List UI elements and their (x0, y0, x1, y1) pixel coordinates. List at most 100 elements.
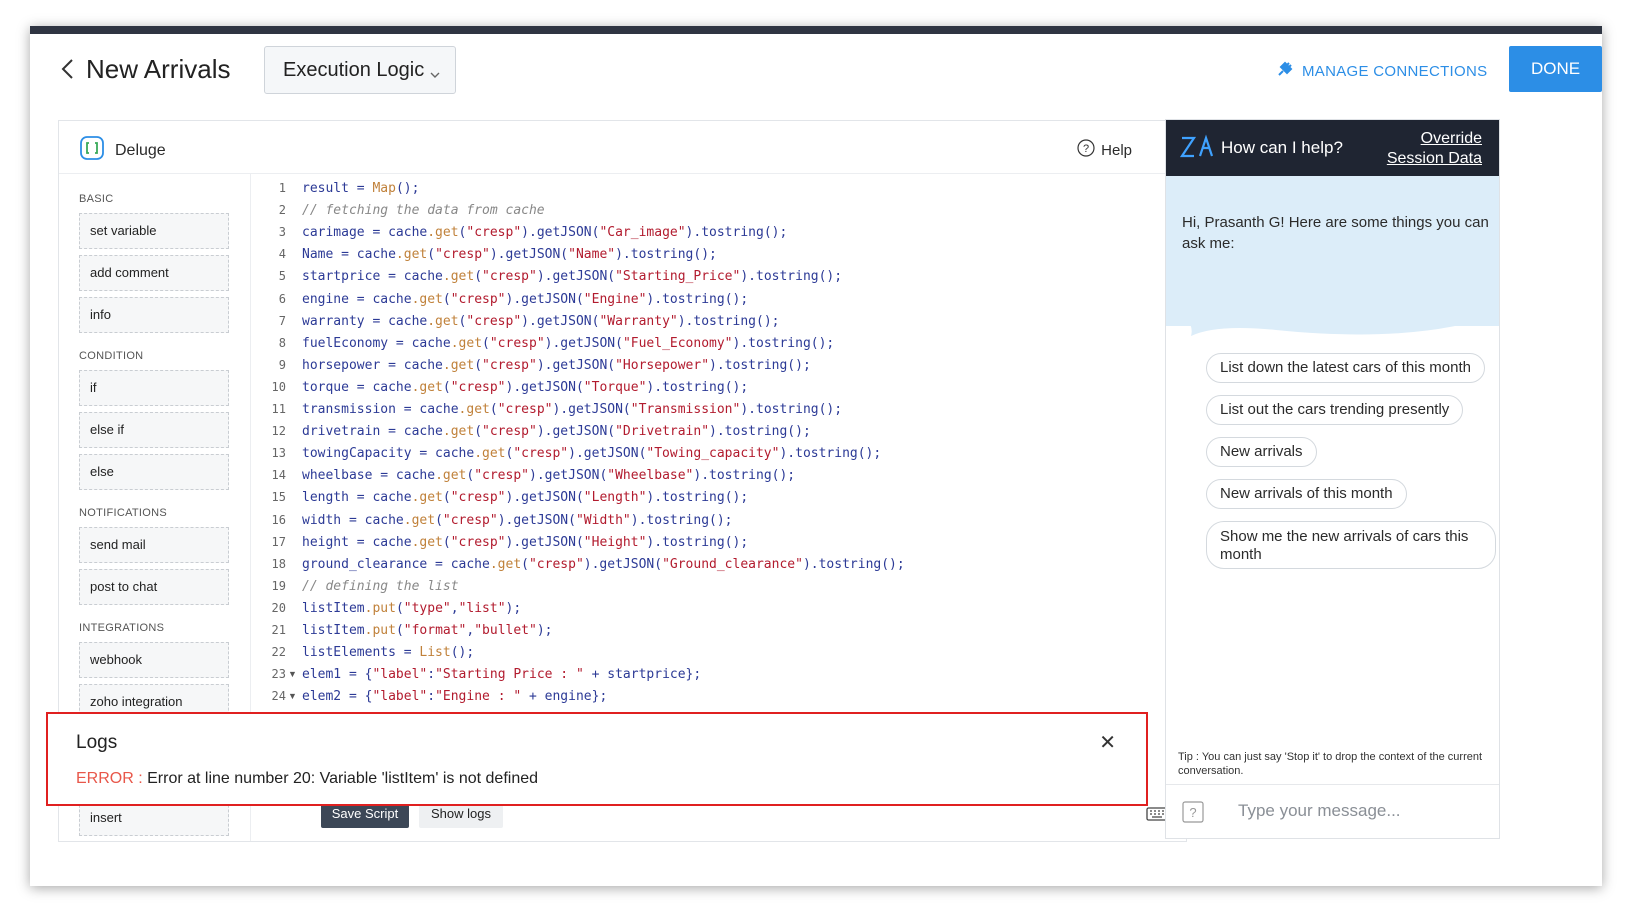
fold-arrow-icon[interactable]: ▼ (288, 669, 297, 679)
chevron-down-icon (429, 63, 441, 86)
page-title: New Arrivals (86, 54, 231, 84)
error-text: Error at line number 20: Variable 'listI… (147, 770, 539, 787)
message-input-placeholder: Type your message... (1238, 801, 1401, 820)
session-data-label: Session Data (1386, 150, 1482, 167)
task-if[interactable]: if (79, 370, 229, 406)
code-line: // fetching the data from cache (302, 203, 545, 219)
manage-connections-link[interactable]: MANAGE CONNECTIONS (1276, 60, 1487, 82)
line-number: 11 (271, 402, 286, 416)
line-number: 1 (278, 181, 286, 195)
suggestion-chip[interactable]: List out the cars trending presently (1206, 395, 1464, 425)
dropdown-value: Execution Logic (283, 58, 425, 81)
assistant-header: How can I help? Override Session Data (1166, 120, 1499, 176)
section-title-condition: CONDITION (79, 350, 144, 362)
task-webhook[interactable]: webhook (79, 642, 229, 678)
line-number: 15 (271, 490, 286, 505)
code-line: horsepower = cache.get("cresp").getJSON(… (302, 357, 811, 373)
line-number: 24 (271, 689, 286, 704)
line-number: 5 (278, 269, 286, 284)
code-line: result = Map(); (302, 181, 420, 196)
plug-icon (1276, 60, 1294, 82)
code-line: listItem.put("format","bullet"); (302, 623, 553, 638)
code-line: width = cache.get("cresp").getJSON("Widt… (302, 512, 733, 528)
override-session-link[interactable]: Override Session Data (1387, 129, 1482, 169)
question-box-icon[interactable]: ? (1182, 801, 1204, 828)
suggestion-chip[interactable]: New arrivals of this month (1206, 479, 1407, 509)
code-line: startprice = cache.get("cresp").getJSON(… (302, 269, 843, 285)
code-area[interactable]: result = Map(); // fetching the data from… (302, 173, 1182, 793)
code-line: ground_clearance = cache.get("cresp").ge… (302, 556, 905, 572)
line-number: 23 (271, 667, 286, 682)
language-label: Deluge (115, 141, 166, 159)
line-number: 9 (278, 357, 286, 372)
help-link[interactable]: ? Help (1077, 139, 1132, 161)
message-input-bar[interactable]: ? Type your message... (1166, 784, 1499, 839)
svg-text:?: ? (1189, 805, 1196, 820)
logs-panel: Logs ✕ ERROR : Error at line number 20: … (46, 712, 1148, 806)
suggestion-chip[interactable]: New arrivals (1206, 437, 1317, 467)
line-number: 16 (271, 512, 286, 527)
task-else-if[interactable]: else if (79, 412, 229, 448)
svg-text:?: ? (1083, 143, 1089, 155)
tip-text: Tip : You can just say 'Stop it' to drop… (1178, 751, 1483, 777)
bubble-tail-shape (1166, 284, 1499, 336)
line-number: 22 (271, 645, 286, 660)
line-number: 3 (278, 225, 286, 240)
suggestion-chip[interactable]: Show me the new arrivals of cars this mo… (1206, 521, 1496, 569)
section-title-integrations: INTEGRATIONS (79, 622, 165, 634)
code-line: transmission = cache.get("cresp").getJSO… (302, 402, 843, 417)
code-line: engine = cache.get("cresp").getJSON("Eng… (302, 291, 749, 307)
line-number: 19 (271, 578, 286, 593)
task-set-variable[interactable]: set variable (79, 213, 229, 249)
line-number: 10 (271, 379, 286, 394)
error-message: ERROR : Error at line number 20: Variabl… (76, 770, 538, 788)
task-add-comment[interactable]: add comment (79, 255, 229, 291)
code-line: towingCapacity = cache.get("cresp").getJ… (302, 446, 882, 462)
code-line: listElements = List(); (302, 645, 475, 661)
line-number: 6 (278, 291, 286, 306)
code-line: // defining the list (302, 578, 459, 594)
task-send-mail[interactable]: send mail (79, 527, 229, 563)
line-number: 12 (271, 424, 286, 439)
code-line: carimage = cache.get("cresp").getJSON("C… (302, 225, 788, 241)
zia-logo-icon (1179, 134, 1214, 165)
line-number: 8 (278, 335, 286, 350)
code-line: fuelEconomy = cache.get("cresp").getJSON… (302, 335, 835, 351)
section-title-notifications: NOTIFICATIONS (79, 507, 168, 519)
editor-header: Deluge ? Help (59, 121, 1196, 174)
line-number: 7 (278, 313, 286, 328)
manage-connections-label: MANAGE CONNECTIONS (1302, 62, 1488, 80)
assistant-prompt: How can I help? (1221, 138, 1343, 157)
deluge-logo-icon (79, 135, 105, 166)
done-button[interactable]: DONE (1509, 46, 1602, 92)
code-line: warranty = cache.get("cresp").getJSON("W… (302, 313, 780, 329)
task-else[interactable]: else (79, 454, 229, 490)
help-label: Help (1101, 141, 1132, 159)
suggestion-chip[interactable]: List down the latest cars of this month (1206, 353, 1485, 383)
section-title-basic: BASIC (79, 193, 114, 205)
assistant-panel: How can I help? Override Session Data Hi… (1165, 119, 1500, 839)
logs-title: Logs (76, 732, 118, 753)
code-line: elem2 = {"label":"Engine : " + engine}; (302, 689, 608, 705)
close-icon[interactable]: ✕ (1099, 730, 1116, 755)
deluge-label-group: Deluge (79, 135, 166, 166)
override-label: Override (1420, 130, 1482, 147)
line-number: 13 (271, 446, 286, 461)
code-line: drivetrain = cache.get("cresp").getJSON(… (302, 424, 811, 440)
line-number: 18 (271, 556, 286, 571)
line-number: 20 (271, 600, 286, 615)
back-arrow-icon[interactable] (56, 58, 78, 80)
window-top-bar (30, 26, 1602, 34)
task-post-to-chat[interactable]: post to chat (79, 569, 229, 605)
code-line: length = cache.get("cresp").getJSON("Len… (302, 490, 749, 506)
script-type-dropdown[interactable]: Execution Logic (264, 46, 456, 94)
greeting-text: Hi, Prasanth G! Here are some things you… (1182, 214, 1489, 252)
line-number: 4 (278, 247, 286, 262)
line-number: 2 (278, 203, 286, 218)
code-line: listItem.put("type","list"); (302, 600, 522, 616)
fold-arrow-icon[interactable]: ▼ (288, 691, 297, 701)
question-circle-icon: ? (1077, 139, 1095, 161)
task-info[interactable]: info (79, 297, 229, 333)
code-line: elem1 = {"label":"Starting Price : " + s… (302, 667, 702, 683)
code-line: Name = cache.get("cresp").getJSON("Name"… (302, 247, 717, 263)
